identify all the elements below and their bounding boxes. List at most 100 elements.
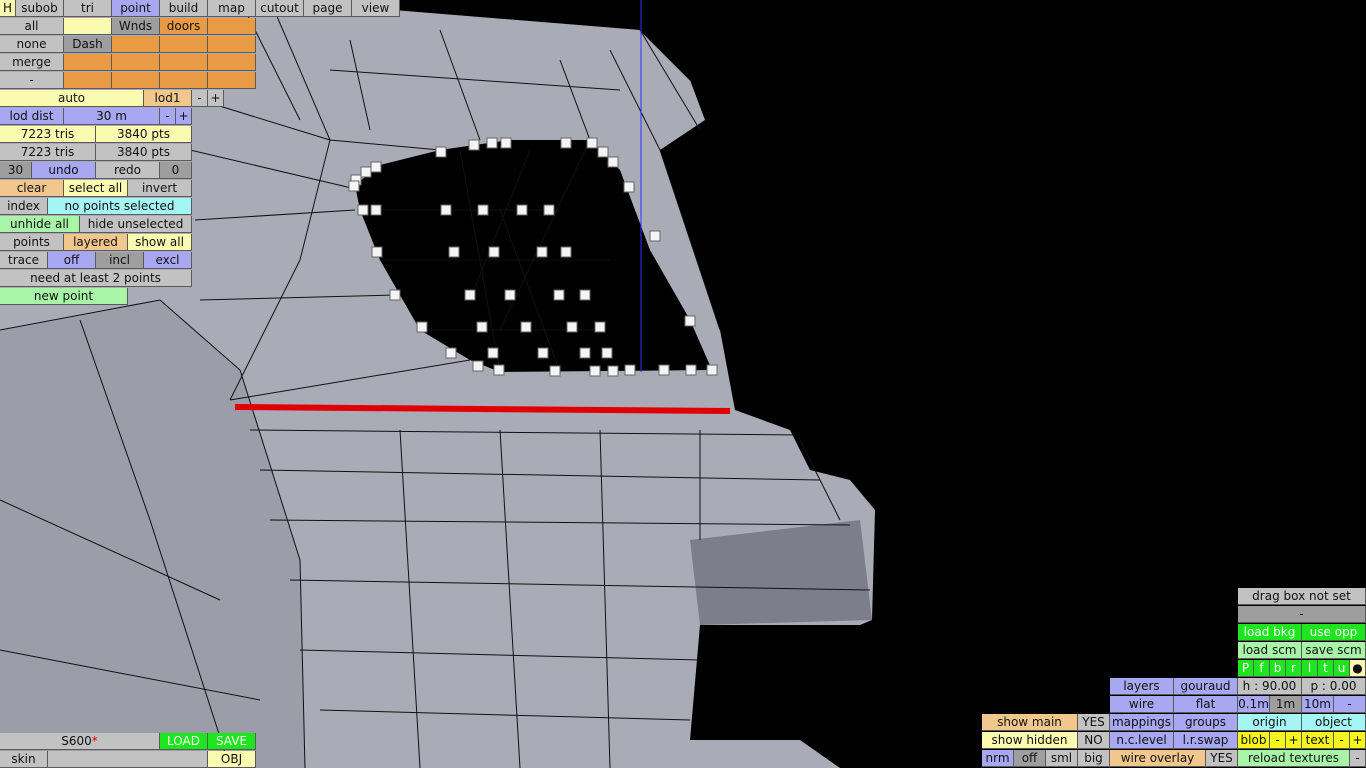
selected-point[interactable] [601, 347, 613, 359]
wire-button[interactable]: wire [1110, 696, 1174, 713]
view-key-r[interactable]: r [1286, 660, 1302, 677]
group-slot[interactable] [160, 36, 208, 53]
load-button[interactable]: LOAD [160, 733, 208, 750]
selected-point[interactable] [357, 204, 369, 216]
menu-point[interactable]: point [112, 0, 160, 17]
group-slot[interactable] [160, 54, 208, 71]
normals-sml-button[interactable]: sml [1046, 750, 1078, 767]
group-slot[interactable] [160, 72, 208, 89]
trace-excl-button[interactable]: excl [144, 252, 192, 269]
selected-point[interactable] [477, 204, 489, 216]
layers-button[interactable]: layers [1110, 678, 1174, 695]
filename-field[interactable]: S600* [0, 733, 160, 750]
select-all-group[interactable]: all [0, 18, 64, 35]
menu-build[interactable]: build [160, 0, 208, 17]
text-plus[interactable]: + [1350, 732, 1366, 749]
index-button[interactable]: index [0, 198, 48, 215]
normals-off-button[interactable]: off [1014, 750, 1046, 767]
menu-page[interactable]: page [304, 0, 352, 17]
menu-h[interactable]: H [0, 0, 16, 17]
selected-point[interactable] [486, 137, 498, 149]
blob-button[interactable]: blob [1238, 732, 1270, 749]
step-minus-button[interactable]: - [1334, 696, 1366, 713]
flat-button[interactable]: flat [1174, 696, 1238, 713]
group-slot[interactable] [208, 18, 256, 35]
selected-point[interactable] [560, 246, 572, 258]
select-none-group[interactable]: none [0, 36, 64, 53]
selected-point[interactable] [520, 321, 532, 333]
save-button[interactable]: SAVE [208, 733, 256, 750]
selected-point[interactable] [624, 364, 636, 376]
load-scm-button[interactable]: load scm [1238, 642, 1302, 659]
undo-button[interactable]: undo [32, 162, 96, 179]
right-dash-button[interactable]: - [1238, 606, 1366, 623]
selected-point[interactable] [553, 289, 565, 301]
selected-point[interactable] [440, 204, 452, 216]
selected-point[interactable] [493, 364, 505, 376]
view-key-t[interactable]: t [1318, 660, 1334, 677]
invert-button[interactable]: invert [128, 180, 192, 197]
group-slot[interactable] [208, 72, 256, 89]
lod-auto-button[interactable]: auto [0, 90, 144, 107]
selected-point[interactable] [594, 321, 606, 333]
3d-viewport[interactable] [0, 0, 1366, 768]
selected-point[interactable] [370, 161, 382, 173]
selected-point[interactable] [607, 156, 619, 168]
selected-point[interactable] [685, 364, 697, 376]
selected-point[interactable] [607, 365, 619, 377]
obj-button[interactable]: OBJ [208, 751, 256, 768]
view-key-l[interactable]: l [1302, 660, 1318, 677]
step-1m-button[interactable]: 1m [1270, 696, 1302, 713]
selected-point[interactable] [706, 364, 718, 376]
selected-point[interactable] [416, 321, 428, 333]
selected-point[interactable] [589, 365, 601, 377]
save-scm-button[interactable]: save scm [1302, 642, 1366, 659]
dash-button[interactable]: - [0, 72, 64, 89]
selected-point[interactable] [649, 230, 661, 242]
group-slot[interactable] [64, 54, 112, 71]
selected-point[interactable] [543, 204, 555, 216]
trace-incl-button[interactable]: incl [96, 252, 144, 269]
heading-value[interactable]: h : 90.00 [1238, 678, 1302, 695]
selected-point[interactable] [488, 246, 500, 258]
gouraud-button[interactable]: gouraud [1174, 678, 1238, 695]
selected-point[interactable] [487, 347, 499, 359]
reload-dash-button[interactable]: - [1350, 750, 1366, 767]
menu-map[interactable]: map [208, 0, 256, 17]
selected-point[interactable] [360, 166, 372, 178]
selected-point[interactable] [516, 204, 528, 216]
group-wnds[interactable]: Wnds [112, 18, 160, 35]
group-dash[interactable]: Dash [64, 36, 112, 53]
wire-overlay-value[interactable]: YES [1206, 750, 1238, 767]
menu-cutout[interactable]: cutout [256, 0, 304, 17]
merge-button[interactable]: merge [0, 54, 64, 71]
unhide-all-button[interactable]: unhide all [0, 216, 80, 233]
select-all-button[interactable]: select all [64, 180, 128, 197]
selected-point[interactable] [504, 289, 516, 301]
blob-plus[interactable]: + [1286, 732, 1302, 749]
points-button[interactable]: points [0, 234, 64, 251]
hide-unselected-button[interactable]: hide unselected [80, 216, 192, 233]
group-slot[interactable] [64, 72, 112, 89]
selected-point[interactable] [536, 246, 548, 258]
selected-point[interactable] [468, 139, 480, 151]
selected-point[interactable] [445, 347, 457, 359]
selected-point[interactable] [566, 321, 578, 333]
selected-point[interactable] [658, 364, 670, 376]
group-slot[interactable] [112, 36, 160, 53]
selected-point[interactable] [560, 137, 572, 149]
text-minus[interactable]: - [1334, 732, 1350, 749]
object-button[interactable]: object [1302, 714, 1366, 731]
selected-point[interactable] [389, 289, 401, 301]
view-key-dot[interactable]: ● [1350, 660, 1366, 677]
pitch-value[interactable]: p : 0.00 [1302, 678, 1366, 695]
group-slot[interactable] [112, 54, 160, 71]
new-point-button[interactable]: new point [0, 288, 128, 305]
nc-level-button[interactable]: n.c.level [1110, 732, 1174, 749]
view-key-u[interactable]: u [1334, 660, 1350, 677]
view-key-p[interactable]: P [1238, 660, 1254, 677]
nrm-button[interactable]: nrm [982, 750, 1014, 767]
group-slot[interactable] [64, 18, 112, 35]
lod-minus-button[interactable]: - [192, 90, 208, 107]
lod-dist-minus[interactable]: - [160, 108, 176, 125]
